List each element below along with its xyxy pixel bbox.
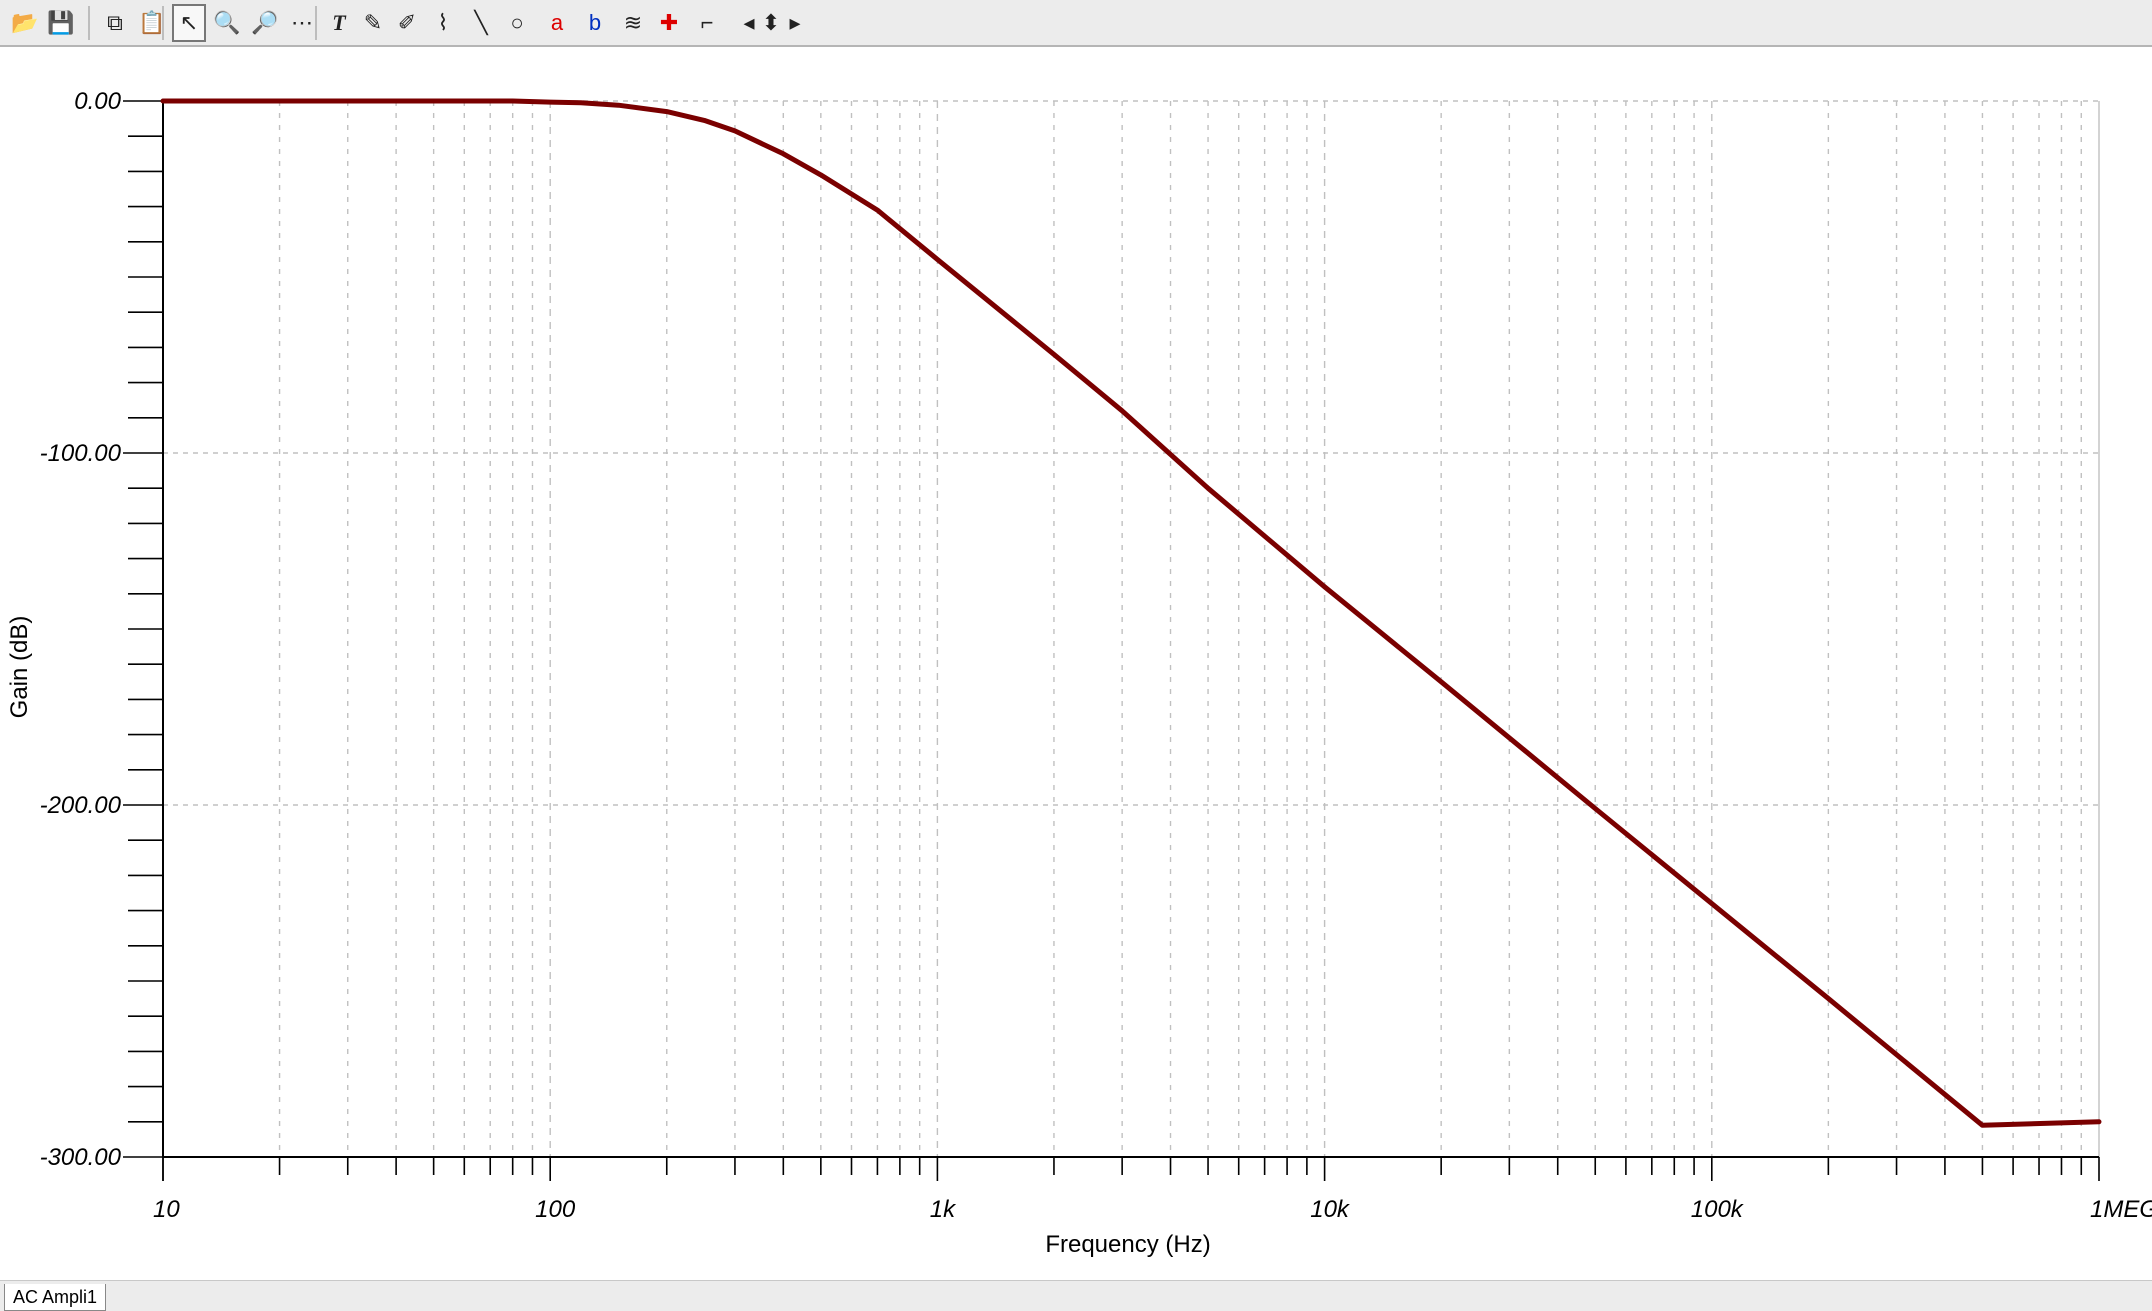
y-axis-title: Gain (dB)	[6, 616, 33, 719]
x-tick-label: 10k	[1310, 1196, 1351, 1223]
step-button[interactable]: ⌐	[690, 4, 724, 42]
copy-icon: ⧉	[107, 10, 123, 35]
ellipse-tool-icon: ○	[510, 10, 524, 35]
gain-curve[interactable]	[160, 98, 2102, 1128]
grid-icon: ⋯	[291, 10, 313, 35]
y-tick-label: -300.00	[40, 1144, 122, 1171]
text-tool-button[interactable]: T	[322, 4, 356, 42]
save-button[interactable]: 💾	[44, 4, 78, 42]
axis-label-icon: ⌇	[437, 10, 449, 35]
grid-button[interactable]: ⋯	[285, 4, 319, 42]
toolbar-separator	[88, 6, 90, 40]
zoom-in-button[interactable]: 🔍	[210, 4, 244, 42]
y-tick-label: -200.00	[40, 792, 122, 819]
status-bar: AC Ampli1	[0, 1280, 2152, 1311]
tab-ac-analysis[interactable]: AC Ampli1	[4, 1284, 107, 1311]
paste-icon: 📋	[138, 10, 166, 35]
copy-button[interactable]: ⧉	[98, 4, 132, 42]
probe-icon: ✚	[659, 10, 679, 35]
step-icon: ⌐	[700, 10, 714, 35]
text-tool-icon: T	[332, 10, 346, 35]
nav-updown-button[interactable]: ⬍	[760, 4, 782, 42]
cursor-a-button[interactable]: a	[540, 4, 574, 42]
nav-left-button[interactable]: ◂	[738, 4, 760, 42]
zoom-100-icon: 🔎	[251, 10, 279, 35]
add-curve-button[interactable]: ≋	[616, 4, 650, 42]
toolbar: 📂 💾 ⧉ 📋 ↖ 🔍 🔎 ⋯ T ✎ ✐ ⌇ ╲ ○ a b ≋ ✚ ⌐ ◂ ⬍ ▸	[0, 0, 2152, 47]
zoom-in-icon: 🔍	[213, 10, 241, 35]
cursor-b-icon: b	[588, 10, 602, 35]
nav-right-icon: ▸	[789, 10, 801, 35]
line-tool-icon: ╲	[474, 10, 488, 35]
x-tick-label: 100	[535, 1196, 576, 1223]
open-folder-button[interactable]: 📂	[8, 4, 42, 42]
cursor-a-icon: a	[550, 10, 564, 35]
pen-curve-button[interactable]: ✐	[390, 4, 424, 42]
x-tick-label: 1MEG	[2090, 1196, 2152, 1223]
x-tick-label: 10	[153, 1196, 180, 1223]
add-curve-icon: ≋	[623, 10, 643, 35]
cursor-b-button[interactable]: b	[578, 4, 612, 42]
nav-left-icon: ◂	[743, 10, 755, 35]
select-arrow-button[interactable]: ↖	[172, 4, 206, 42]
pen-tool-icon: ✎	[363, 10, 383, 35]
line-tool-button[interactable]: ╲	[464, 4, 498, 42]
save-icon: 💾	[47, 10, 75, 35]
probe-button[interactable]: ✚	[652, 4, 686, 42]
open-folder-icon: 📂	[11, 10, 39, 35]
y-tick-label: -100.00	[40, 440, 122, 467]
select-arrow-icon: ↖	[179, 10, 199, 35]
nav-updown-icon: ⬍	[761, 10, 781, 35]
y-tick-label: 0.00	[74, 88, 121, 115]
zoom-100-button[interactable]: 🔎	[248, 4, 282, 42]
plot-area: 0.00 -100.00 -200.00 -300.00 10 100 1k 10k 100k 1…	[0, 47, 2152, 1280]
gain-chart: 0.00 -100.00 -200.00 -300.00 10 100 1k 10k 100k 1…	[6, 88, 2152, 1258]
nav-right-button[interactable]: ▸	[784, 4, 806, 42]
pen-curve-icon: ✐	[397, 10, 417, 35]
x-tick-label: 1k	[930, 1196, 957, 1223]
ellipse-tool-button[interactable]: ○	[500, 4, 534, 42]
paste-button[interactable]: 📋	[135, 4, 169, 42]
x-axis-title: Frequency (Hz)	[1045, 1231, 1210, 1258]
axis-label-button[interactable]: ⌇	[426, 4, 460, 42]
x-tick-label: 100k	[1691, 1196, 1745, 1223]
pen-tool-button[interactable]: ✎	[356, 4, 390, 42]
